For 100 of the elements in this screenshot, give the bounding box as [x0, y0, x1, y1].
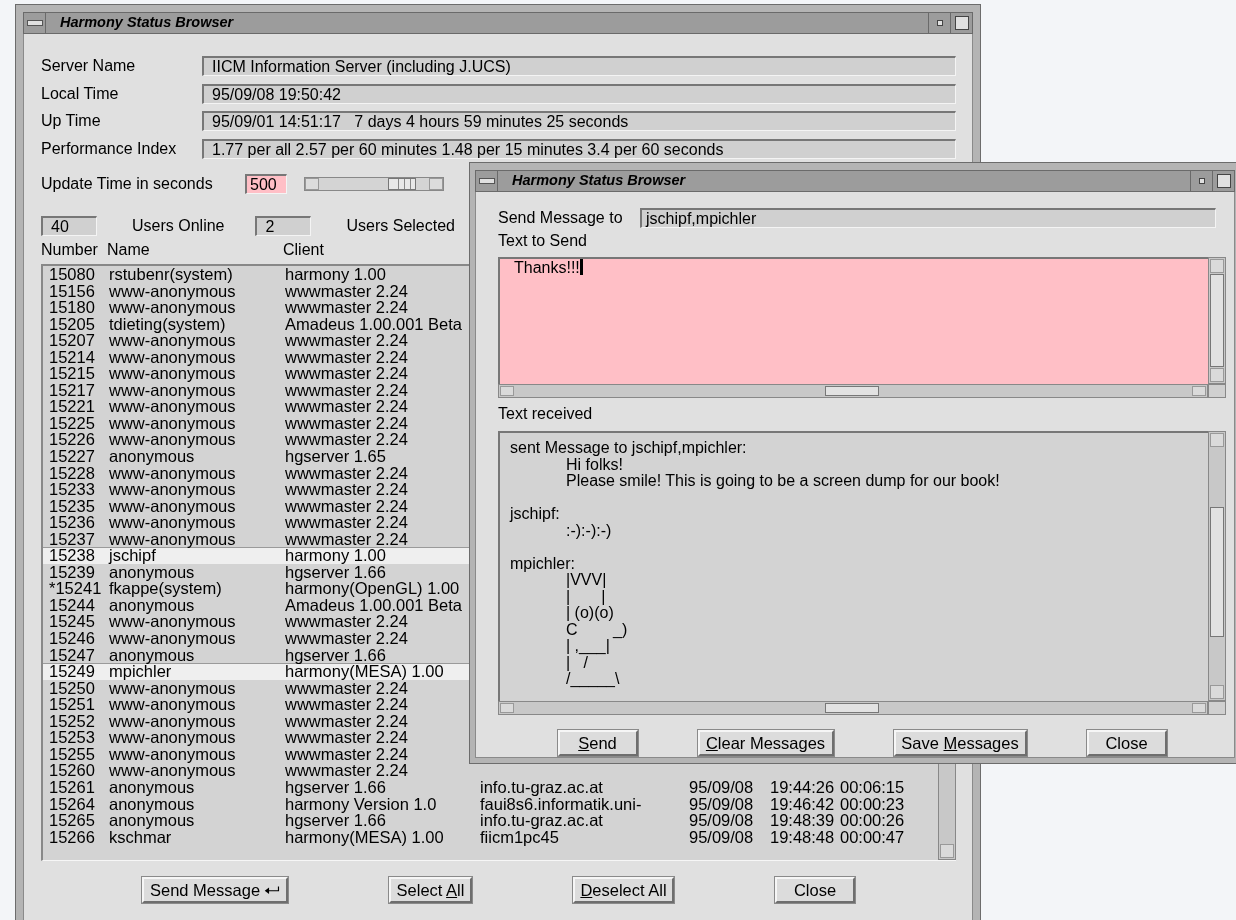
table-cell-text: 00:00:23 — [840, 795, 906, 813]
recipient-field: jschipf,mpichler — [640, 208, 1216, 228]
column-header: Name — [107, 242, 151, 258]
table-cell-text: www-anonymous — [109, 481, 237, 498]
table-cell-text: www-anonymous — [109, 613, 237, 631]
table-cell-text: wwwmaster 2.24 — [285, 431, 409, 448]
table-cell-text: anonymous — [109, 563, 195, 581]
table-cell-text: Amadeus 1.00.001 Beta — [285, 596, 464, 614]
table-cell-text: wwwmaster 2.24 — [285, 481, 409, 498]
table-cell-text: fkappe(system) — [109, 580, 223, 597]
table-cell-text: faui8s6.informatik.uni- — [480, 795, 643, 813]
table-cell-text: www-anonymous — [109, 630, 237, 647]
field-label: Users Online — [132, 216, 225, 236]
table-cell-text: www-anonymous — [109, 332, 237, 349]
table-cell-text: *15241 — [49, 580, 103, 597]
table-cell-text: anonymous — [109, 795, 196, 813]
table-cell-text: 15249 — [49, 663, 96, 680]
table-cell-text: harmony 1.00 — [285, 266, 387, 283]
table-cell-text: 15080 — [49, 266, 96, 283]
message-header: sent Message to jschipf,mpichler: — [510, 440, 748, 457]
table-cell-text: wwwmaster 2.24 — [285, 712, 409, 730]
table-cell-text: 15247 — [49, 646, 96, 664]
table-cell-text: www-anonymous — [109, 464, 237, 482]
field-label: Up Time — [41, 111, 102, 131]
table-cell-text: 15237 — [49, 530, 96, 548]
table-cell-text: wwwmaster 2.24 — [285, 530, 409, 548]
table-cell-text: 15214 — [49, 348, 96, 366]
table-cell-text: mpichler — [109, 663, 172, 680]
field-label: Text to Send — [498, 232, 587, 249]
table-cell-text: wwwmaster 2.24 — [285, 497, 409, 515]
table-cell-text: 15239 — [49, 563, 96, 581]
table-cell-text: hgserver 1.66 — [285, 563, 386, 581]
table-cell-text: 19:48:48 — [770, 828, 836, 846]
field-label: Server Name — [41, 56, 137, 76]
table-cell-text: 15253 — [49, 729, 96, 746]
table-cell-text: hgserver 1.66 — [285, 812, 387, 829]
table-cell-text: 15264 — [49, 795, 96, 813]
table-cell-text: 15221 — [49, 398, 96, 415]
table-cell-text: wwwmaster 2.24 — [285, 398, 409, 415]
table-cell-text: 15180 — [49, 299, 96, 316]
table-cell-text: www-anonymous — [109, 729, 237, 746]
value-field: IICM Information Server (including J.UCS) — [202, 56, 956, 76]
table-cell-text: 15246 — [49, 630, 96, 647]
table-cell-text: wwwmaster 2.24 — [285, 381, 409, 399]
table-cell-text: 15260 — [49, 762, 96, 779]
table-cell-text: hgserver 1.66 — [285, 778, 387, 796]
table-cell-text: 00:00:26 — [840, 812, 906, 829]
table-cell-text: wwwmaster 2.24 — [285, 299, 409, 316]
table-cell-text: hgserver 1.65 — [285, 448, 387, 465]
table-cell-text: www-anonymous — [109, 530, 237, 548]
table-cell-text: 15156 — [49, 282, 96, 300]
table-cell-text: www-anonymous — [109, 282, 237, 300]
table-cell-text: www-anonymous — [109, 365, 237, 382]
window-title: Harmony Status Browser — [60, 13, 235, 33]
table-cell-text: harmony Version 1.0 — [285, 795, 438, 813]
message-line: :-):-):-) — [565, 522, 613, 539]
table-cell-text: info.tu-graz.ac.at — [480, 778, 604, 796]
table-cell-text: anonymous — [109, 596, 195, 614]
table-cell-text: wwwmaster 2.24 — [285, 464, 409, 482]
table-cell-text: 15255 — [49, 745, 96, 763]
table-cell-text: 15244 — [49, 596, 96, 614]
count-field: 2 — [255, 216, 312, 236]
table-cell-text: www-anonymous — [109, 696, 237, 713]
table-cell-text: www-anonymous — [109, 497, 237, 515]
count-field: 40 — [41, 216, 97, 236]
table-cell-text: wwwmaster 2.24 — [285, 762, 409, 779]
table-cell-text: anonymous — [109, 646, 195, 664]
table-cell-text: 15261 — [49, 778, 96, 796]
table-cell-text: anonymous — [109, 448, 195, 465]
table-cell-text: www-anonymous — [109, 745, 237, 763]
table-cell-text: tdieting(system) — [109, 315, 226, 333]
table-cell-text: 15217 — [49, 381, 96, 399]
message-line: | (o)(o) — [565, 605, 615, 622]
table-cell-text: fiicm1pc45 — [480, 828, 559, 846]
column-header: Client — [283, 242, 325, 258]
table-cell-text: www-anonymous — [109, 712, 237, 730]
table-cell-text: 15251 — [49, 696, 96, 713]
column-header: Number — [41, 242, 99, 258]
table-cell-text: www-anonymous — [109, 762, 237, 779]
table-cell-text: www-anonymous — [109, 381, 237, 399]
field-label: Text received — [498, 405, 593, 422]
field-label: Send Message to — [498, 208, 624, 228]
table-cell-text: wwwmaster 2.24 — [285, 348, 409, 366]
message-line: | ,___| — [565, 638, 611, 655]
table-cell-text: 19:48:39 — [770, 812, 836, 829]
table-cell-text: anonymous — [109, 778, 195, 796]
table-cell-text: hgserver 1.66 — [285, 646, 387, 664]
table-cell-text: 15265 — [49, 812, 96, 829]
table-cell-text: www-anonymous — [109, 514, 237, 531]
message-header: mpichler: — [510, 555, 576, 572]
table-cell-text: wwwmaster 2.24 — [285, 282, 409, 300]
table-cell-text: wwwmaster 2.24 — [285, 414, 409, 432]
table-cell-text: 15207 — [49, 332, 96, 349]
table-cell-text: 95/09/08 — [689, 795, 755, 813]
table-cell-text: www-anonymous — [109, 398, 237, 415]
message-line: | | — [565, 588, 607, 605]
value-field: 1.77 per all 2.57 per 60 minutes 1.48 per 15 minutes 3.4 per 60 seconds — [202, 138, 956, 159]
message-line: | / — [565, 654, 588, 671]
table-cell-text: anonymous — [109, 812, 196, 829]
table-cell-text: wwwmaster 2.24 — [285, 679, 409, 697]
